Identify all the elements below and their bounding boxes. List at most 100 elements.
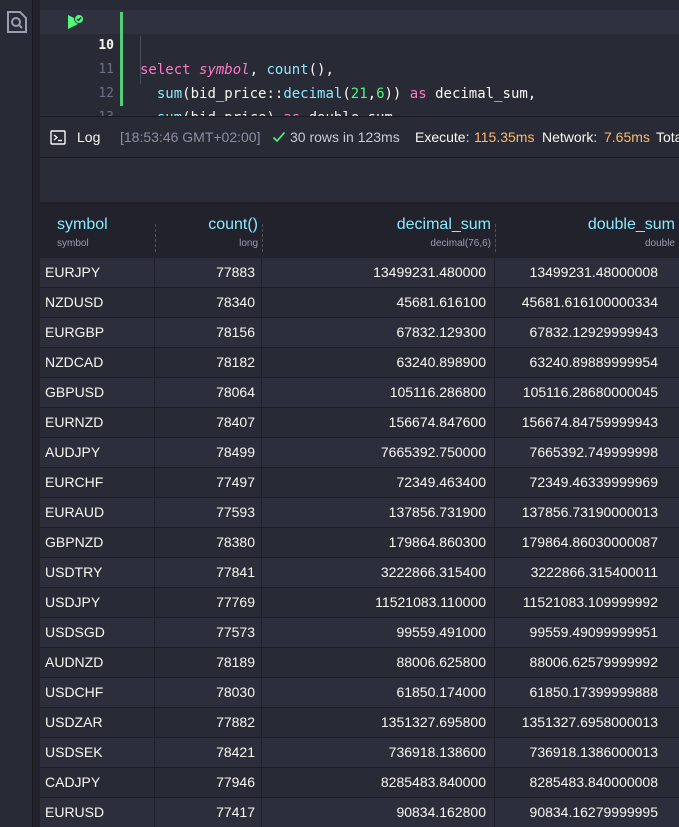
cell-symbol[interactable]: USDJPY — [40, 588, 155, 617]
cell-decimal-sum[interactable]: 45681.616100 — [262, 288, 495, 317]
column-header-count[interactable]: count() long — [155, 202, 262, 258]
log-label[interactable]: Log — [77, 129, 100, 145]
table-row[interactable]: EURJPY 77883 13499231.480000 13499231.48000… — [40, 258, 679, 288]
cell-count[interactable]: 78064 — [155, 378, 262, 407]
table-row[interactable]: EURAUD 77593 137856.731900 137856.731900000… — [40, 498, 679, 528]
cell-decimal-sum[interactable]: 3222866.315400 — [262, 558, 495, 587]
cell-double-sum[interactable]: 3222866.315400011 — [495, 558, 679, 587]
cell-decimal-sum[interactable]: 179864.860300 — [262, 528, 495, 557]
result-grid[interactable]: symbol symbol count() long decimal_sum d… — [40, 202, 679, 827]
cell-double-sum[interactable]: 13499231.48000008 — [495, 258, 679, 287]
cell-double-sum[interactable]: 67832.12929999943 — [495, 318, 679, 347]
cell-double-sum[interactable]: 11521083.109999992 — [495, 588, 679, 617]
cell-symbol[interactable]: NZDUSD — [40, 288, 155, 317]
cell-count[interactable]: 77573 — [155, 618, 262, 647]
cell-symbol[interactable]: EURNZD — [40, 408, 155, 437]
cell-decimal-sum[interactable]: 72349.463400 — [262, 468, 495, 497]
cell-symbol[interactable]: USDZAR — [40, 708, 155, 737]
cell-symbol[interactable]: GBPUSD — [40, 378, 155, 407]
cell-count[interactable]: 77946 — [155, 768, 262, 797]
table-row[interactable]: EURUSD 77417 90834.162800 90834.16279999995 — [40, 798, 679, 827]
cell-count[interactable]: 78499 — [155, 438, 262, 467]
cell-symbol[interactable]: USDSEK — [40, 738, 155, 767]
cell-decimal-sum[interactable]: 105116.286800 — [262, 378, 495, 407]
cell-symbol[interactable]: EURJPY — [40, 258, 155, 287]
cell-symbol[interactable]: GBPNZD — [40, 528, 155, 557]
table-row[interactable]: USDZAR 77882 1351327.695800 1351327.6958000… — [40, 708, 679, 738]
code-line[interactable]: 11 sum(bid_price::decimal(21,6)) as deci… — [40, 34, 679, 102]
cell-double-sum[interactable]: 99559.49099999951 — [495, 618, 679, 647]
column-header-double-sum[interactable]: double_sum double — [495, 202, 679, 258]
code-line[interactable]: 10 select symbol, count(), — [40, 10, 679, 78]
cell-symbol[interactable]: NZDCAD — [40, 348, 155, 377]
code-line[interactable]: 13 from core_price; — [40, 82, 679, 150]
cell-decimal-sum[interactable]: 88006.625800 — [262, 648, 495, 677]
table-row[interactable]: AUDNZD 78189 88006.625800 88006.62579999992 — [40, 648, 679, 678]
cell-decimal-sum[interactable]: 7665392.750000 — [262, 438, 495, 467]
table-row[interactable]: EURGBP 78156 67832.129300 67832.12929999943 — [40, 318, 679, 348]
column-resize-handle[interactable] — [495, 224, 496, 252]
cell-count[interactable]: 77417 — [155, 798, 262, 827]
column-header-decimal-sum[interactable]: decimal_sum decimal(76,6) — [262, 202, 495, 258]
table-row[interactable]: GBPUSD 78064 105116.286800 105116.286800000… — [40, 378, 679, 408]
cell-double-sum[interactable]: 156674.84759999943 — [495, 408, 679, 437]
cell-double-sum[interactable]: 179864.86030000087 — [495, 528, 679, 557]
table-row[interactable]: CADJPY 77946 8285483.840000 8285483.8400000… — [40, 768, 679, 798]
table-row[interactable]: USDSEK 78421 736918.138600 736918.138600001… — [40, 738, 679, 768]
cell-decimal-sum[interactable]: 90834.162800 — [262, 798, 495, 827]
cell-count[interactable]: 78030 — [155, 678, 262, 707]
cell-decimal-sum[interactable]: 8285483.840000 — [262, 768, 495, 797]
cell-double-sum[interactable]: 8285483.840000008 — [495, 768, 679, 797]
cell-count[interactable]: 78189 — [155, 648, 262, 677]
cell-double-sum[interactable]: 7665392.749999998 — [495, 438, 679, 467]
table-row[interactable]: NZDCAD 78182 63240.898900 63240.89889999954 — [40, 348, 679, 378]
cell-symbol[interactable]: EURUSD — [40, 798, 155, 827]
cell-decimal-sum[interactable]: 67832.129300 — [262, 318, 495, 347]
cell-decimal-sum[interactable]: 1351327.695800 — [262, 708, 495, 737]
cell-count[interactable]: 77769 — [155, 588, 262, 617]
cell-symbol[interactable]: EURAUD — [40, 498, 155, 527]
table-row[interactable]: AUDJPY 78499 7665392.750000 7665392.7499999… — [40, 438, 679, 468]
code-line[interactable]: 12 sum(bid_price) as double_sum — [40, 58, 679, 126]
cell-symbol[interactable]: USDSGD — [40, 618, 155, 647]
cell-count[interactable]: 77593 — [155, 498, 262, 527]
cell-double-sum[interactable]: 1351327.6958000013 — [495, 708, 679, 737]
table-row[interactable]: USDCHF 78030 61850.174000 61850.17399999888 — [40, 678, 679, 708]
cell-count[interactable]: 78156 — [155, 318, 262, 347]
cell-decimal-sum[interactable]: 13499231.480000 — [262, 258, 495, 287]
cell-symbol[interactable]: CADJPY — [40, 768, 155, 797]
cell-decimal-sum[interactable]: 156674.847600 — [262, 408, 495, 437]
cell-decimal-sum[interactable]: 11521083.110000 — [262, 588, 495, 617]
cell-symbol[interactable]: EURCHF — [40, 468, 155, 497]
cell-double-sum[interactable]: 63240.89889999954 — [495, 348, 679, 377]
column-header-symbol[interactable]: symbol symbol — [40, 202, 155, 258]
cell-decimal-sum[interactable]: 61850.174000 — [262, 678, 495, 707]
cell-double-sum[interactable]: 72349.46339999969 — [495, 468, 679, 497]
cell-symbol[interactable]: EURGBP — [40, 318, 155, 347]
table-row[interactable]: USDJPY 77769 11521083.110000 11521083.10999… — [40, 588, 679, 618]
run-success-icon[interactable] — [67, 14, 85, 32]
cell-symbol[interactable]: USDTRY — [40, 558, 155, 587]
cell-double-sum[interactable]: 105116.28680000045 — [495, 378, 679, 407]
table-row[interactable]: USDTRY 77841 3222866.315400 3222866.3154000… — [40, 558, 679, 588]
table-row[interactable]: NZDUSD 78340 45681.616100 45681.61610000033… — [40, 288, 679, 318]
code-editor[interactable]: 10 select symbol, count(), 11 sum(bid_pr… — [40, 0, 679, 150]
table-row[interactable]: EURCHF 77497 72349.463400 72349.46339999969 — [40, 468, 679, 498]
table-row[interactable]: USDSGD 77573 99559.491000 99559.49099999951 — [40, 618, 679, 648]
cell-double-sum[interactable]: 90834.16279999995 — [495, 798, 679, 827]
cell-count[interactable]: 78340 — [155, 288, 262, 317]
cell-count[interactable]: 78407 — [155, 408, 262, 437]
cell-count[interactable]: 78380 — [155, 528, 262, 557]
cell-count[interactable]: 77883 — [155, 258, 262, 287]
cell-decimal-sum[interactable]: 736918.138600 — [262, 738, 495, 767]
table-row[interactable]: GBPNZD 78380 179864.860300 179864.860300000… — [40, 528, 679, 558]
cell-decimal-sum[interactable]: 63240.898900 — [262, 348, 495, 377]
search-icon[interactable] — [6, 10, 28, 34]
cell-count[interactable]: 77841 — [155, 558, 262, 587]
cell-double-sum[interactable]: 45681.616100000334 — [495, 288, 679, 317]
cell-count[interactable]: 78421 — [155, 738, 262, 767]
column-resize-handle[interactable] — [262, 224, 263, 252]
cell-double-sum[interactable]: 137856.73190000013 — [495, 498, 679, 527]
cell-count[interactable]: 77497 — [155, 468, 262, 497]
cell-double-sum[interactable]: 88006.62579999992 — [495, 648, 679, 677]
